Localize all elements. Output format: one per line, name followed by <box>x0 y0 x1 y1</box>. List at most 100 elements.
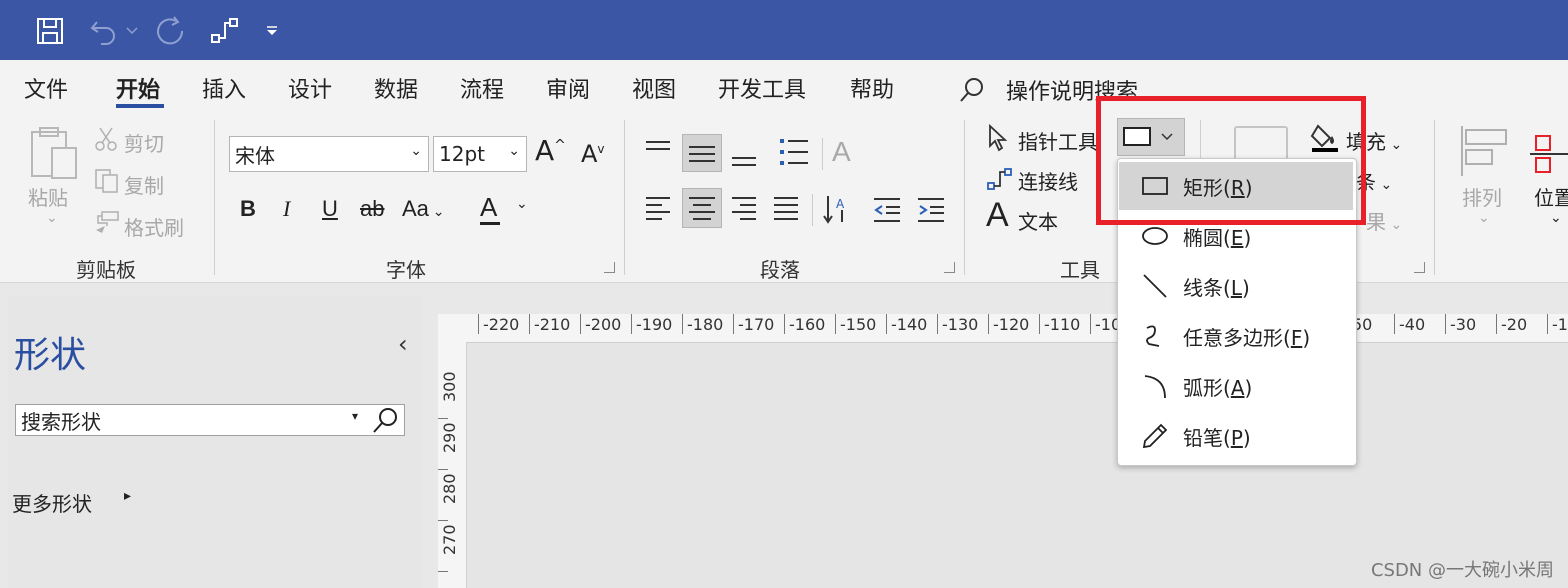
align-left-icon[interactable] <box>644 194 672 228</box>
menu-item-line[interactable]: 线条(L) <box>1119 262 1353 310</box>
ruler-tick: -110 <box>1039 314 1080 334</box>
menu-item-label: 弧形(A) <box>1183 376 1253 400</box>
more-shapes-link[interactable]: 更多形状 <box>12 488 92 517</box>
ruler-line <box>438 469 448 470</box>
copy-button[interactable]: 复制 <box>124 170 164 199</box>
grow-font-button[interactable]: A^ <box>535 134 566 167</box>
more-shapes-arrow-icon[interactable]: ▸ <box>124 488 131 504</box>
change-case-button[interactable]: Aa ⌄ <box>402 196 445 222</box>
increase-indent-icon[interactable] <box>916 196 946 228</box>
tab-view[interactable]: 视图 <box>632 72 676 104</box>
ruler-tick: -1 <box>1547 314 1568 334</box>
tab-insert[interactable]: 插入 <box>202 72 246 104</box>
line-icon <box>1143 274 1167 298</box>
group-separator <box>214 120 215 275</box>
arrange-dropdown-icon[interactable]: ⌄ <box>1478 210 1490 226</box>
format-painter-button[interactable]: 格式刷 <box>124 212 184 241</box>
text-tool-icon: A <box>986 196 1009 234</box>
paragraph-dialog-launcher-icon[interactable] <box>944 262 955 273</box>
tab-data[interactable]: 数据 <box>374 72 418 104</box>
bullets-icon[interactable] <box>778 136 810 172</box>
align-top-icon[interactable] <box>644 138 672 168</box>
connector-icon <box>986 166 1014 196</box>
align-center-button[interactable] <box>682 188 722 228</box>
ellipse-icon <box>1142 227 1168 245</box>
copy-icon <box>94 168 120 198</box>
position-button[interactable]: 位置 <box>1534 182 1568 211</box>
connector-quick-icon[interactable] <box>204 14 244 48</box>
shape-style-dialog-launcher-icon[interactable] <box>1414 262 1425 273</box>
separator <box>812 194 813 226</box>
font-name-value: 宋体 <box>235 143 275 168</box>
tab-home[interactable]: 开始 <box>116 72 160 104</box>
text-direction-icon[interactable]: A <box>822 192 852 230</box>
ruler-tick: -180 <box>682 314 723 334</box>
paste-label[interactable]: 粘贴 <box>28 182 68 211</box>
menu-item-pencil[interactable]: 铅笔(P) <box>1119 412 1353 460</box>
undo-dropdown-icon[interactable] <box>124 14 140 48</box>
arrange-icon <box>1458 124 1510 182</box>
search-icon[interactable] <box>958 76 986 108</box>
ruler-tick: -170 <box>733 314 774 334</box>
drawing-canvas[interactable] <box>438 342 1568 588</box>
tab-process[interactable]: 流程 <box>460 72 504 104</box>
clipboard-group-label: 剪贴板 <box>76 258 136 282</box>
connector-tool-button[interactable]: 连接线 <box>1018 166 1078 195</box>
align-right-icon[interactable] <box>730 194 758 228</box>
font-color-dropdown-icon[interactable]: ⌄ <box>516 196 528 212</box>
bold-button[interactable]: B <box>240 196 256 222</box>
italic-button[interactable]: I <box>283 196 290 222</box>
effects-button[interactable]: 果 ⌄ <box>1366 206 1402 235</box>
paragraph-group-label: 段落 <box>760 258 800 282</box>
font-size-select[interactable]: 12pt ⌄ <box>433 136 527 172</box>
save-icon[interactable] <box>30 14 70 48</box>
ruler-line <box>438 571 448 572</box>
redo-icon[interactable] <box>150 14 190 48</box>
ruler-line <box>438 520 448 521</box>
highlight-annotation <box>1096 96 1366 225</box>
font-dialog-launcher-icon[interactable] <box>604 262 615 273</box>
search-icon[interactable] <box>370 406 400 434</box>
position-dropdown-icon[interactable]: ⌄ <box>1550 210 1562 226</box>
tab-design[interactable]: 设计 <box>288 72 332 104</box>
justify-icon[interactable] <box>772 194 800 228</box>
arc-icon <box>1144 375 1166 399</box>
chevron-down-icon: ⌄ <box>508 143 520 159</box>
menu-item-label: 线条(L) <box>1183 276 1250 300</box>
tab-file[interactable]: 文件 <box>24 72 68 104</box>
undo-icon[interactable] <box>84 14 124 48</box>
cut-button[interactable]: 剪切 <box>124 128 164 157</box>
font-name-select[interactable]: 宋体 ⌄ <box>229 136 429 172</box>
search-dropdown-icon[interactable]: ▾ <box>352 409 358 423</box>
underline-button[interactable]: U <box>322 196 338 222</box>
align-bottom-icon[interactable] <box>730 140 758 174</box>
arrange-button[interactable]: 排列 <box>1462 182 1502 211</box>
collapse-panel-icon[interactable]: ‹ <box>398 330 408 358</box>
ruler-tick: -190 <box>631 314 672 334</box>
freeform-icon <box>1146 325 1160 347</box>
align-middle-button[interactable] <box>682 134 722 172</box>
tab-review[interactable]: 审阅 <box>546 72 590 104</box>
font-color-button[interactable]: A <box>480 192 497 223</box>
menu-item-freeform[interactable]: 任意多边形(F) <box>1119 312 1353 360</box>
menu-item-arc[interactable]: 弧形(A) <box>1119 362 1353 410</box>
search-shapes-input[interactable]: 搜索形状 ▾ <box>15 404 405 436</box>
clear-formatting-icon[interactable]: A <box>832 136 851 168</box>
format-painter-icon <box>92 210 120 238</box>
pointer-tool-button[interactable]: 指针工具 <box>1018 126 1098 155</box>
shapes-panel-title: 形状 <box>14 335 87 376</box>
ruler-tick: -160 <box>784 314 825 334</box>
text-tool-button[interactable]: 文本 <box>1018 206 1058 235</box>
tab-help[interactable]: 帮助 <box>850 72 894 104</box>
ruler-tick: 270 <box>440 524 459 555</box>
ruler-tick: -150 <box>835 314 876 334</box>
strikethrough-button[interactable]: ab <box>360 196 384 222</box>
tab-developer[interactable]: 开发工具 <box>718 72 806 104</box>
decrease-indent-icon[interactable] <box>872 196 902 228</box>
customize-quick-access-icon[interactable] <box>262 14 282 48</box>
paste-dropdown-icon[interactable]: ⌄ <box>46 210 58 226</box>
paste-icon[interactable] <box>28 126 80 186</box>
ruler-tick: -40 <box>1394 314 1425 334</box>
shrink-font-button[interactable]: Av <box>581 140 605 168</box>
chevron-down-icon: ⌄ <box>410 143 422 159</box>
